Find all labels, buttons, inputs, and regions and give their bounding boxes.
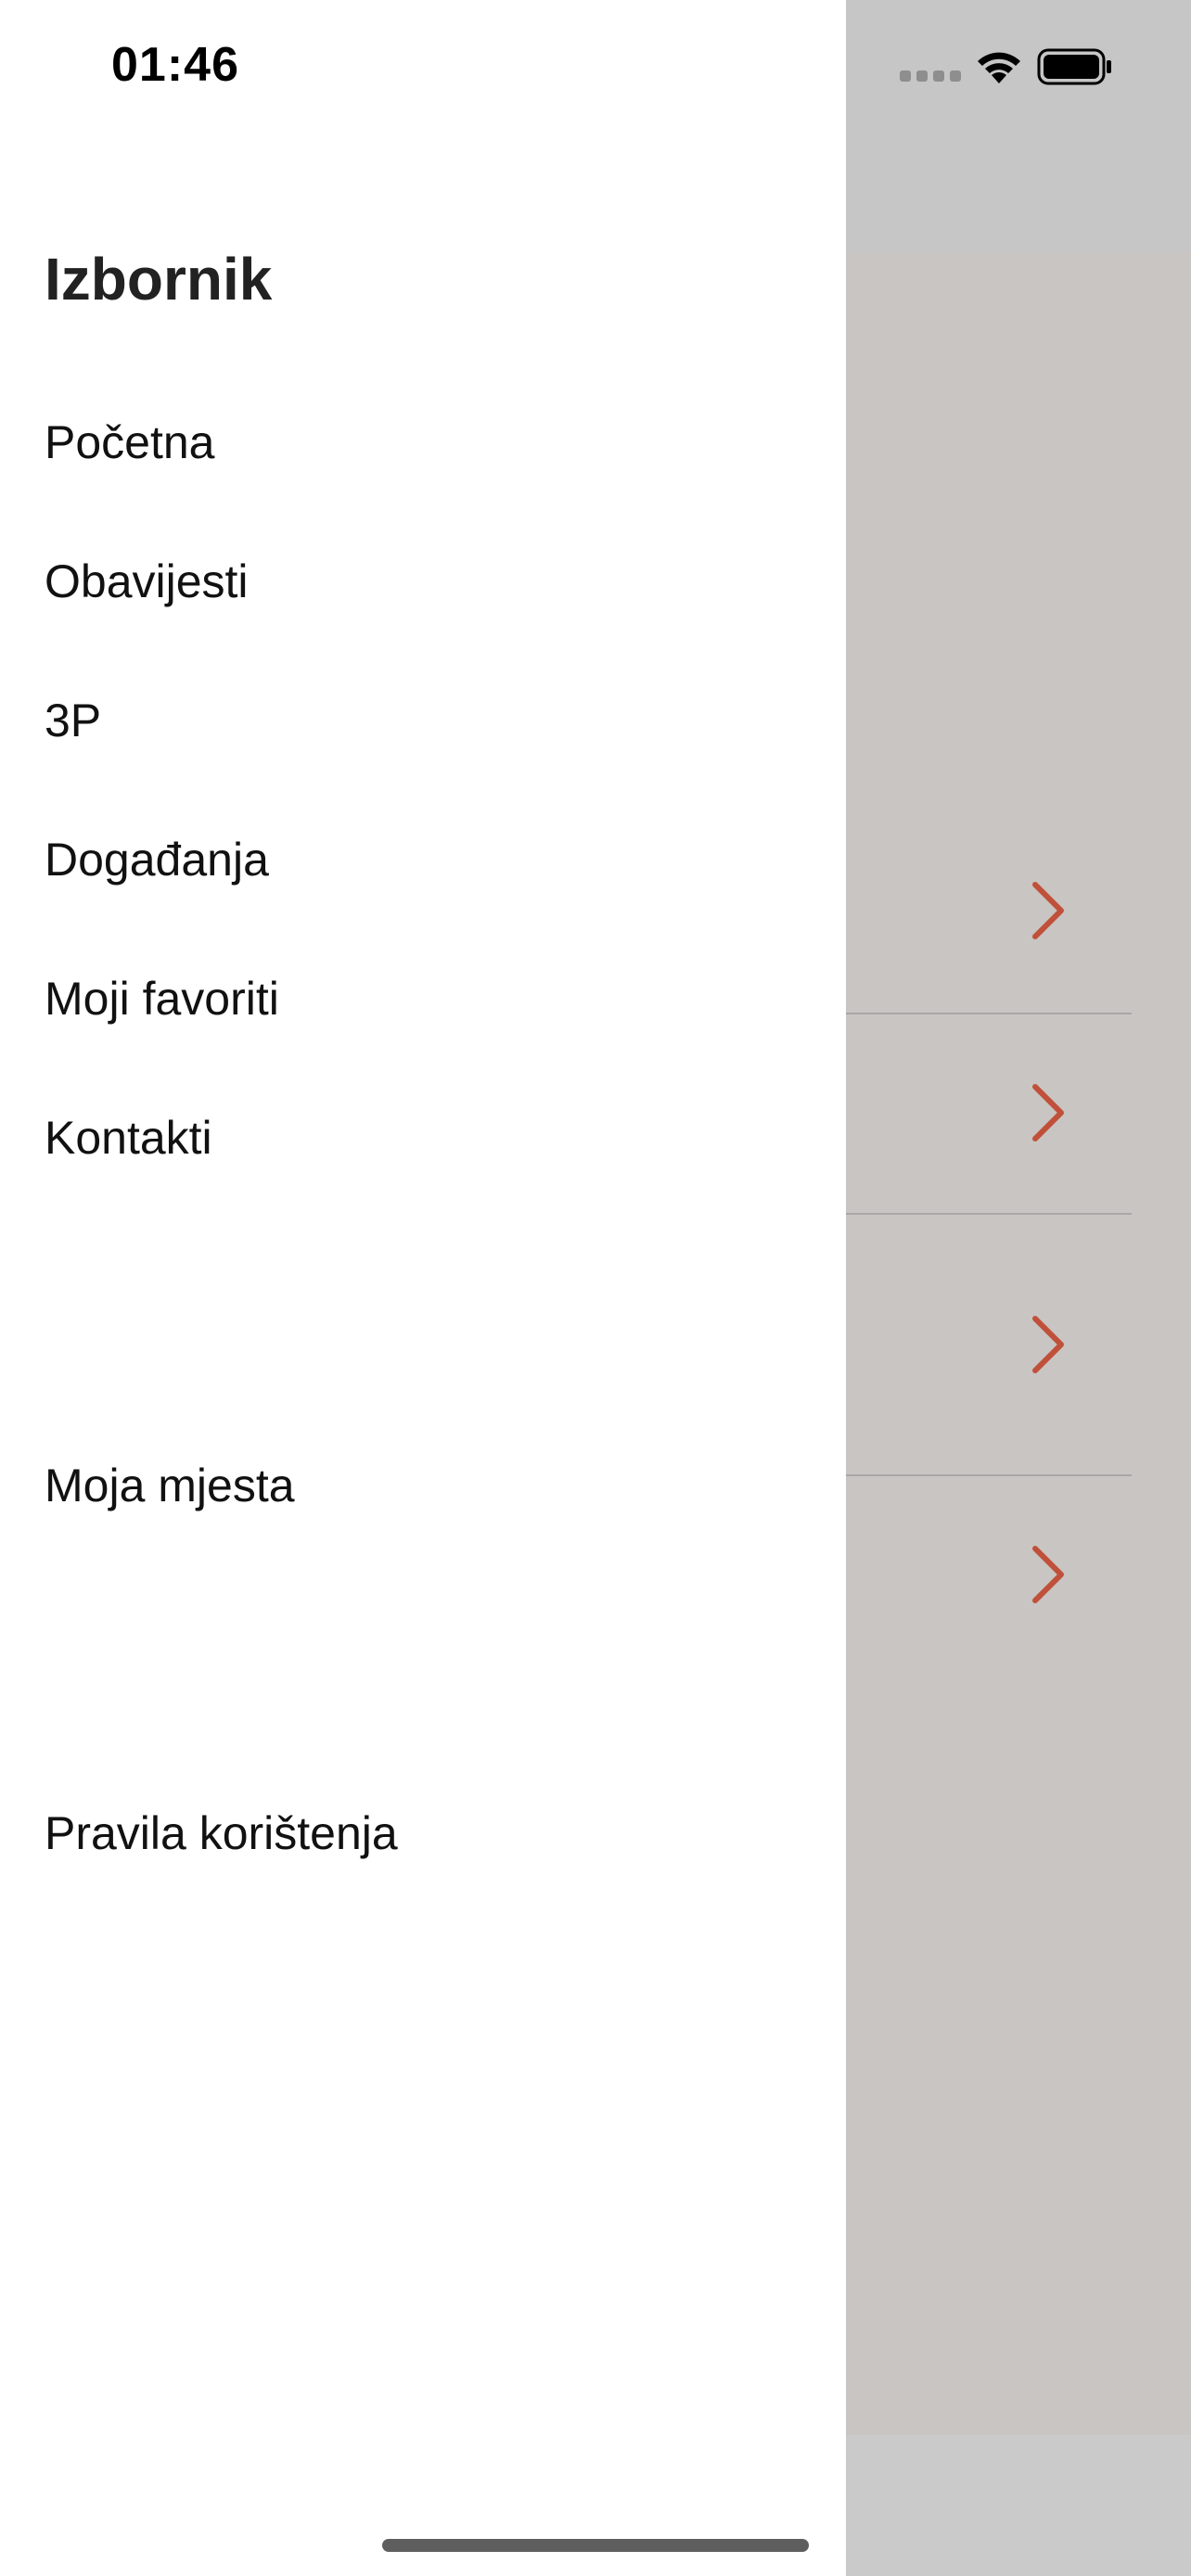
- status-bar-time: 01:46: [111, 38, 239, 92]
- row-divider: [846, 1213, 1132, 1215]
- drawer-title: Izbornik: [45, 246, 273, 312]
- row-divider: [846, 1474, 1132, 1476]
- home-indicator[interactable]: [382, 2539, 809, 2552]
- background-app-content: [846, 252, 1191, 2435]
- menu-item-pravila-koristenja[interactable]: Pravila korištenja: [45, 1806, 398, 1860]
- row-divider: [846, 1013, 1132, 1014]
- menu-item-dogadanja[interactable]: Događanja: [45, 833, 269, 886]
- battery-icon: [1037, 48, 1111, 85]
- chevron-right-icon[interactable]: [1020, 874, 1076, 948]
- chevron-right-icon[interactable]: [1020, 1537, 1076, 1612]
- background-app-header: [846, 0, 1191, 252]
- navigation-drawer: Izbornik Početna Obavijesti 3P Događanja…: [0, 0, 846, 2576]
- menu-item-3p[interactable]: 3P: [45, 694, 101, 747]
- chevron-right-icon[interactable]: [1020, 1076, 1076, 1150]
- background-app-overlay[interactable]: [846, 0, 1191, 2576]
- menu-item-pocetna[interactable]: Početna: [45, 415, 214, 469]
- wifi-icon: [978, 52, 1020, 83]
- menu-item-moji-favoriti[interactable]: Moji favoriti: [45, 972, 279, 1026]
- menu-item-obavijesti[interactable]: Obavijesti: [45, 555, 249, 608]
- screen: Izbornik Početna Obavijesti 3P Događanja…: [0, 0, 1191, 2576]
- status-bar-icons: [900, 43, 1122, 91]
- background-app-tabbar: [846, 2435, 1191, 2576]
- chevron-right-icon[interactable]: [1020, 1307, 1076, 1382]
- cellular-signal-icon: [900, 70, 961, 82]
- menu-item-moja-mjesta[interactable]: Moja mjesta: [45, 1459, 295, 1512]
- menu-item-kontakti[interactable]: Kontakti: [45, 1111, 212, 1165]
